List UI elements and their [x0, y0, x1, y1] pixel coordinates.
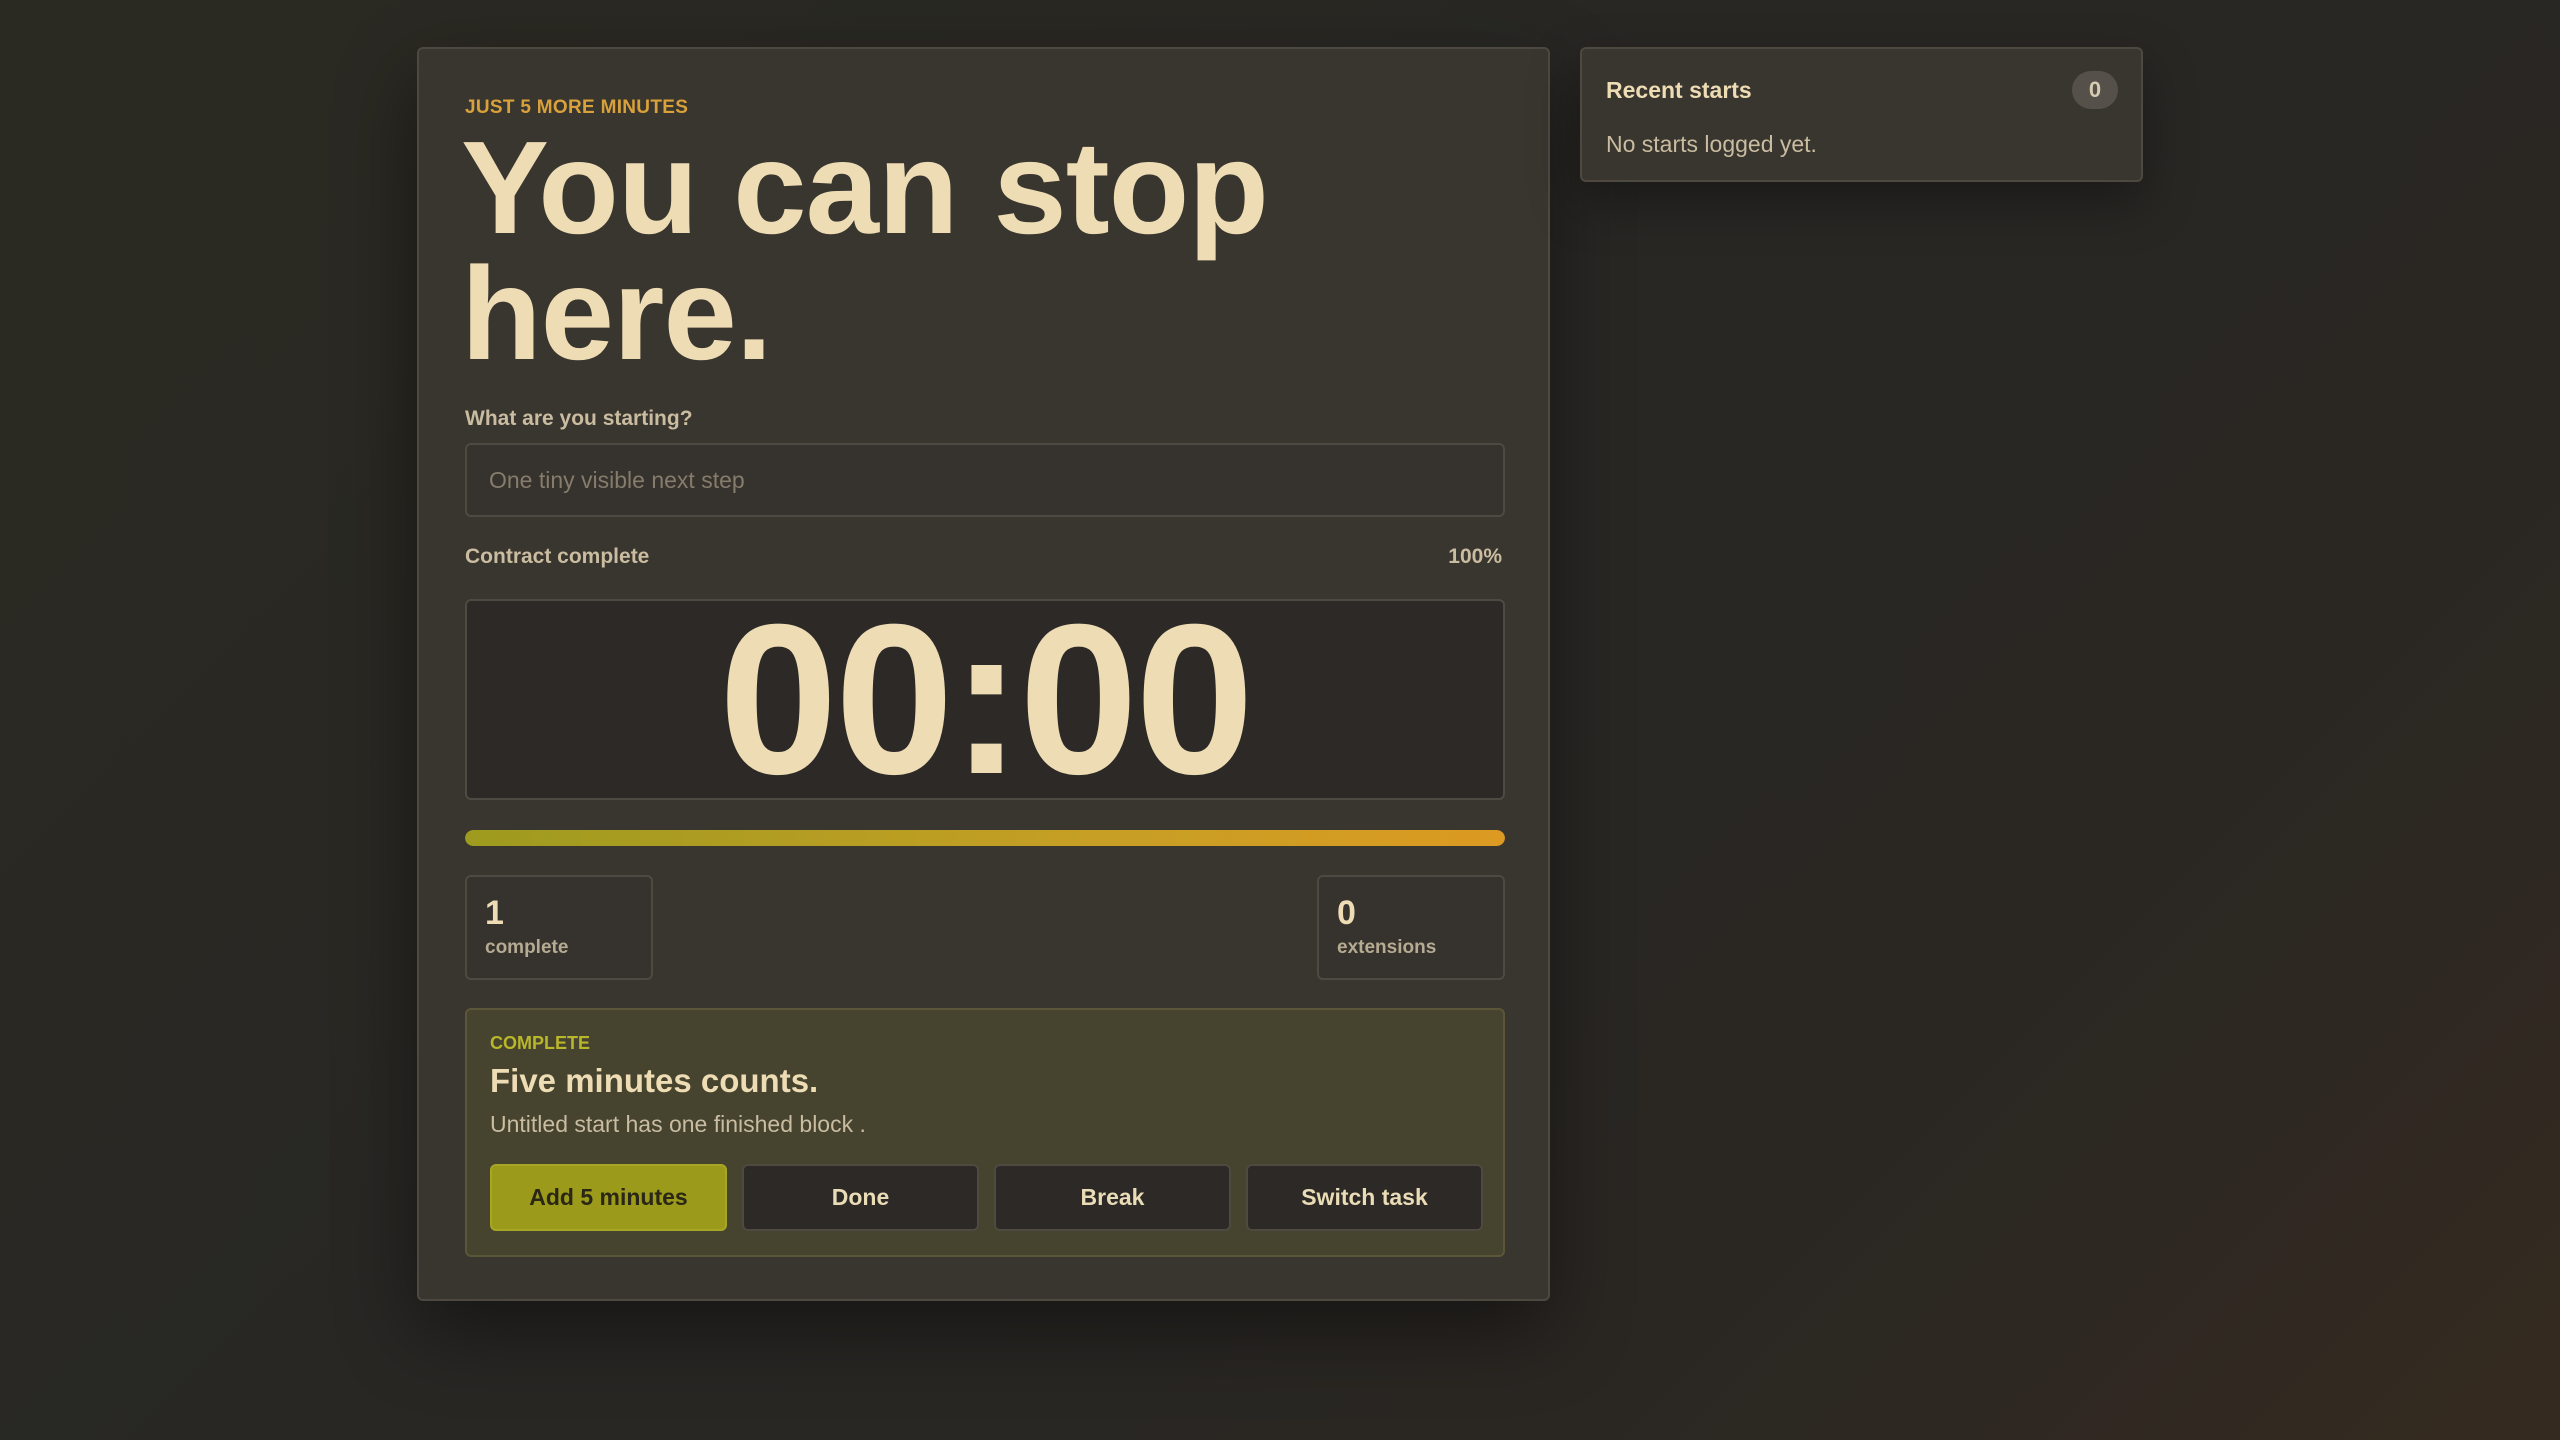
completion-title: Five minutes counts.: [490, 1062, 819, 1099]
extensions-count: 0: [1337, 894, 1356, 932]
complete-stat-label: complete: [485, 937, 569, 958]
completion-panel: COMPLETE Five minutes counts. Untitled s…: [465, 1008, 1505, 1257]
recent-starts-panel: Recent starts 0 No starts logged yet.: [1580, 47, 2143, 182]
extensions-stat: 0 extensions: [1317, 875, 1505, 980]
recent-starts-title: Recent starts: [1606, 77, 1752, 103]
task-field-label: What are you starting?: [465, 407, 693, 430]
task-input[interactable]: [465, 443, 1505, 517]
complete-count: 1: [485, 894, 504, 932]
completion-description: Untitled start has one finished block .: [490, 1111, 866, 1137]
contract-status-label: Contract complete: [465, 545, 650, 568]
timer-card: JUST 5 MORE MINUTES You can stop here. W…: [417, 47, 1550, 1301]
recent-starts-empty-text: No starts logged yet.: [1606, 131, 1817, 157]
progress-bar-fill: [465, 830, 1505, 846]
page-title: You can stop here.: [461, 114, 1269, 387]
complete-stat: 1 complete: [465, 875, 653, 980]
progress-bar: [465, 830, 1505, 846]
timer-display: 00:00: [465, 592, 1505, 806]
extensions-stat-label: extensions: [1337, 937, 1437, 958]
break-button[interactable]: Break: [994, 1164, 1231, 1231]
switch-task-button[interactable]: Switch task: [1246, 1164, 1483, 1231]
contract-progress-percent: 100%: [1448, 545, 1502, 568]
add-five-minutes-button[interactable]: Add 5 minutes: [490, 1164, 727, 1231]
done-button[interactable]: Done: [742, 1164, 979, 1231]
timer-value: 00:00: [718, 579, 1254, 819]
completion-eyebrow: COMPLETE: [490, 1033, 591, 1053]
recent-starts-count-badge: 0: [2072, 71, 2118, 109]
